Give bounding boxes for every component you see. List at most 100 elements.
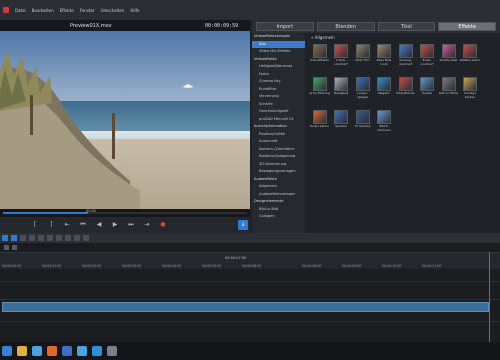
effect-label: Spalten: [335, 124, 347, 128]
category-item[interactable]: proDAD Mercalli V2: [252, 116, 305, 124]
transport-controls: [ ] ⇤ ⏮ ◀ ▶ ⏭ ⇥ ● ↓: [0, 217, 250, 233]
delete-icon[interactable]: [47, 235, 53, 241]
effect-thumbnail: [334, 44, 348, 58]
start-icon[interactable]: [2, 346, 12, 356]
arrange-mode-icon[interactable]: [2, 235, 8, 241]
category-item[interactable]: Audioeffektvorlagen: [252, 191, 305, 199]
category-item[interactable]: Verzerrung: [252, 93, 305, 101]
category-item[interactable]: Rotation/Spiegelung: [252, 153, 305, 161]
category-item[interactable]: Helligkeit/Kontrast: [252, 63, 305, 71]
preview-scrub-bar[interactable]: 00:00: [0, 209, 250, 217]
effect-item[interactable]: Grün-Färbung: [309, 76, 330, 109]
effect-item[interactable]: Pixel-Blende: [395, 76, 416, 109]
effect-item[interactable]: Auto-Effekte: [309, 43, 330, 76]
chrome-alt-icon[interactable]: [77, 346, 87, 356]
category-item[interactable]: Video-Mix-Effekte: [252, 48, 305, 56]
effect-item[interactable]: Helligkeit: [331, 76, 352, 109]
effect-item[interactable]: Anhang-unscharf: [395, 43, 416, 76]
effect-label: Negativ: [378, 91, 390, 95]
ruler-tick-label: 00:00:03:00: [122, 264, 142, 268]
category-item[interactable]: Schärfe: [252, 101, 305, 109]
record-icon[interactable]: ●: [158, 221, 168, 229]
track-settings-icon[interactable]: [4, 245, 9, 250]
zoom-icon[interactable]: [83, 235, 89, 241]
effect-item[interactable]: Ende-unscharf: [417, 43, 438, 76]
video-editor-icon[interactable]: [107, 346, 117, 356]
tab-import[interactable]: Import: [256, 22, 314, 31]
undo-icon[interactable]: [20, 235, 26, 241]
category-item[interactable]: Chroma Key: [252, 78, 305, 86]
effect-item[interactable]: Dreifar-bald: [438, 43, 459, 76]
track-divider: [0, 281, 500, 282]
menu-window[interactable]: Fenster: [80, 8, 95, 13]
category-item[interactable]: Collagen: [252, 213, 305, 221]
tab-titles[interactable]: Titel: [377, 22, 436, 31]
effect-item[interactable]: Sandige Kanten: [460, 76, 481, 109]
go-to-start-icon[interactable]: ⇤: [62, 221, 72, 229]
file-explorer-icon[interactable]: [17, 346, 27, 356]
category-item[interactable]: Allgemein: [252, 183, 305, 191]
category-item[interactable]: Bewegungsvorlagen: [252, 168, 305, 176]
menu-file[interactable]: Datei: [15, 8, 26, 13]
effect-item[interactable]: Weich-zeichnen: [374, 109, 395, 142]
category-item[interactable]: Rundfilter: [252, 86, 305, 94]
category-item[interactable]: 3D-Verformung: [252, 161, 305, 169]
export-icon[interactable]: ↓: [238, 220, 248, 230]
snap-icon[interactable]: [65, 235, 71, 241]
redo-icon[interactable]: [29, 235, 35, 241]
firefox-icon[interactable]: [47, 346, 57, 356]
effect-item[interactable]: TV Streifen: [352, 109, 373, 142]
playhead[interactable]: [489, 252, 490, 342]
menu-bar: Datei Bearbeiten Effekte Fenster Umschal…: [0, 0, 500, 20]
category-group-header[interactable]: Audioeffekte: [252, 176, 305, 184]
category-group-header[interactable]: Videoeffektvorlagen: [252, 33, 305, 41]
cut-icon[interactable]: [38, 235, 44, 241]
mark-out-icon[interactable]: ]: [46, 221, 56, 229]
mixer-icon[interactable]: [74, 235, 80, 241]
go-to-end-icon[interactable]: ⇥: [142, 221, 152, 229]
rewind-icon[interactable]: ◀: [94, 221, 104, 229]
timeline-tracks[interactable]: [0, 269, 500, 342]
category-item[interactable]: Position/Größe: [252, 131, 305, 139]
effect-item[interactable]: S/W zu Farbe: [438, 76, 459, 109]
menu-effects[interactable]: Effekte: [60, 8, 74, 13]
effect-item[interactable]: Linsen-spiegel: [352, 76, 373, 109]
effect-item[interactable]: 2 Farb-unschärf: [331, 43, 352, 76]
media-player-icon[interactable]: [62, 346, 72, 356]
effect-item[interactable]: Spalten: [331, 109, 352, 142]
menu-help[interactable]: Hilfe: [130, 8, 139, 13]
edge-icon[interactable]: [92, 346, 102, 356]
track-lock-icon[interactable]: [12, 245, 17, 250]
category-group-header[interactable]: Designelemente: [252, 198, 305, 206]
next-frame-icon[interactable]: ⏭: [126, 221, 136, 229]
previous-frame-icon[interactable]: ⏮: [78, 221, 88, 229]
tab-transitions[interactable]: Blenden: [316, 22, 375, 31]
effect-item[interactable]: Negativ: [374, 76, 395, 109]
menu-edit[interactable]: Bearbeiten: [32, 8, 54, 13]
video-clip[interactable]: [2, 302, 489, 312]
back-icon[interactable]: «: [311, 35, 313, 40]
effect-item[interactable]: Solari-sation: [309, 109, 330, 142]
tab-effects[interactable]: Effekte: [438, 22, 496, 31]
video-preview[interactable]: [0, 31, 250, 209]
group-icon[interactable]: [56, 235, 62, 241]
timeline-ruler[interactable]: 00:00:07:00 00:00:00:00 00:00:01:00 00:00:…: [0, 252, 500, 269]
category-group-header[interactable]: Ansicht/Animation: [252, 123, 305, 131]
effect-item[interactable]: Altes Bild-Look: [374, 43, 395, 76]
category-item[interactable]: Ausschnitt: [252, 138, 305, 146]
category-item[interactable]: Kamera-/Zoomfahrt: [252, 146, 305, 154]
scrub-progress: [3, 212, 89, 214]
mark-in-icon[interactable]: [: [30, 221, 40, 229]
effect-item[interactable]: Alter Film: [352, 43, 373, 76]
storyboard-mode-icon[interactable]: [11, 235, 17, 241]
play-icon[interactable]: ▶: [110, 221, 120, 229]
category-item[interactable]: Bild-in-Bild: [252, 206, 305, 214]
chrome-icon[interactable]: [32, 346, 42, 356]
effect-item[interactable]: Puzzle: [417, 76, 438, 109]
category-group-header[interactable]: Videoeffekte: [252, 56, 305, 64]
effect-item[interactable]: Glätten-warm: [460, 43, 481, 76]
menu-toggle[interactable]: Umschalten: [101, 8, 125, 13]
category-item[interactable]: Alle: [252, 40, 305, 48]
category-item[interactable]: Farbe: [252, 71, 305, 79]
category-item[interactable]: Geschwindigkeit: [252, 108, 305, 116]
